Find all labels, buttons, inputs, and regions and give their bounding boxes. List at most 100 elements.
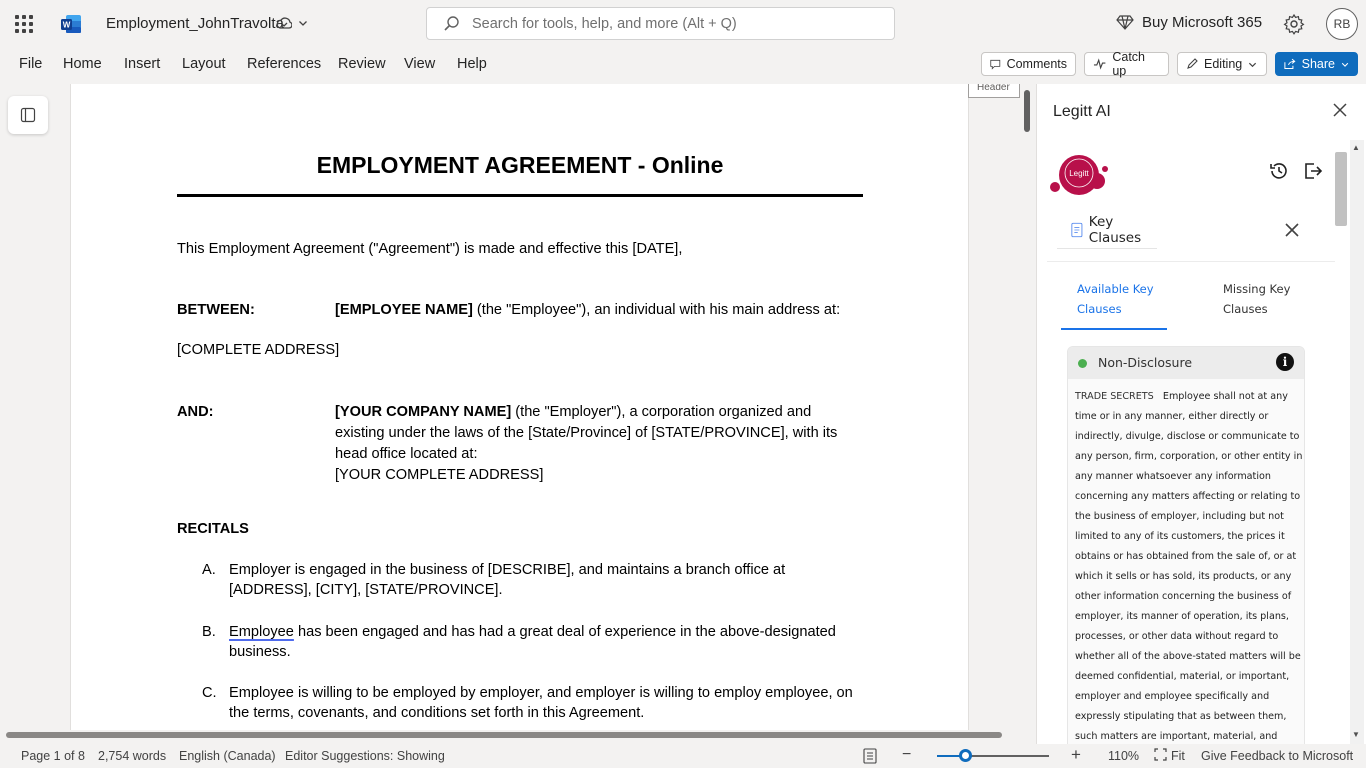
reading-view-icon[interactable] (863, 748, 877, 767)
catch-up-label: Catch up (1112, 50, 1145, 78)
avatar[interactable]: RB (1326, 8, 1358, 40)
document-canvas: EMPLOYMENT AGREEMENT - Online This Emplo… (0, 84, 1036, 730)
clause-body: Employee shall not at any time or in any… (1075, 391, 1303, 762)
recitals-heading: RECITALS (177, 521, 249, 537)
catch-up-button[interactable]: Catch up (1084, 50, 1169, 78)
document-vertical-scrollbar[interactable] (1024, 90, 1030, 132)
chevron-down-icon (1341, 62, 1349, 67)
tab-available-line-1: Available Key (1077, 282, 1154, 296)
share-icon (1284, 58, 1296, 69)
recital-c-line-2: the terms, covenants, and conditions set… (229, 705, 645, 721)
editor-suggestions[interactable]: Editor Suggestions: Showing (285, 749, 445, 763)
recital-b-text: has been engaged and has had a great dea… (293, 624, 836, 640)
app-launcher-icon[interactable] (14, 14, 34, 34)
zoom-out-icon[interactable]: − (902, 746, 911, 764)
gear-icon[interactable] (1283, 13, 1305, 35)
editing-mode-button[interactable]: Editing (1177, 52, 1267, 76)
recital-c-line-1: Employee is willing to be employed by em… (229, 685, 853, 701)
addin-content: Legitt Key Clauses Available Key Clauses… (1047, 139, 1335, 766)
key-clauses-header[interactable]: Key Clauses (1057, 211, 1157, 249)
recital-b-line-2: business. (229, 644, 291, 660)
navigation-pane-button[interactable] (8, 96, 48, 134)
clause-section-label: TRADE SECRETS (1075, 391, 1154, 402)
company-line-3: head office located at: (335, 446, 478, 462)
title-bar: W Employment_JohnTravolta Search for too… (0, 0, 1366, 48)
tab-insert[interactable]: Insert (124, 56, 160, 72)
clause-card-header[interactable]: Non-Disclosure i (1068, 347, 1304, 379)
history-icon[interactable] (1269, 161, 1289, 181)
scroll-down-arrow-icon[interactable]: ▼ (1352, 730, 1360, 739)
tab-references[interactable]: References (247, 56, 321, 72)
between-label: BETWEEN: (177, 302, 255, 318)
zoom-slider-thumb[interactable] (958, 749, 972, 762)
active-tab-indicator (1061, 328, 1167, 330)
company-description: (the "Employer"), a corporation organize… (511, 404, 812, 420)
comments-button[interactable]: Comments (981, 52, 1076, 76)
autosave-icon[interactable] (276, 17, 293, 34)
zoom-level[interactable]: 110% (1108, 749, 1139, 763)
word-count[interactable]: 2,754 words (98, 749, 166, 763)
tab-home[interactable]: Home (63, 56, 102, 72)
company-name: [YOUR COMPANY NAME] (335, 404, 512, 420)
tab-missing-key-clauses[interactable]: Missing Key Clauses (1223, 279, 1290, 319)
employee-line: [EMPLOYEE NAME] (the "Employee"), an ind… (335, 300, 840, 321)
language[interactable]: English (Canada) (179, 749, 276, 763)
clause-card[interactable]: Non-Disclosure i TRADE SECRETS Employee … (1067, 346, 1305, 766)
fit-label[interactable]: Fit (1171, 749, 1185, 763)
logout-icon[interactable] (1303, 161, 1323, 181)
company-line-2: existing under the laws of the [State/Pr… (335, 425, 838, 441)
tab-available-line-2: Clauses (1077, 302, 1122, 316)
recital-marker: A. (202, 562, 216, 578)
feedback-link[interactable]: Give Feedback to Microsoft (1201, 749, 1353, 763)
key-clauses-label: Key Clauses (1088, 213, 1142, 246)
svg-text:W: W (63, 21, 71, 30)
company-line-4: [YOUR COMPLETE ADDRESS] (335, 467, 544, 483)
close-icon[interactable] (1283, 221, 1301, 239)
tab-file[interactable]: File (19, 56, 42, 72)
page-count[interactable]: Page 1 of 8 (21, 749, 85, 763)
document-icon (1071, 222, 1083, 237)
recital-marker: C. (202, 685, 217, 701)
search-placeholder[interactable]: Search for tools, help, and more (Alt + … (472, 16, 737, 32)
document-page[interactable]: EMPLOYMENT AGREEMENT - Online This Emplo… (70, 84, 969, 730)
comment-icon (990, 59, 1001, 70)
zoom-in-icon[interactable]: + (1071, 745, 1081, 765)
recital-b-line-1: Employee has been engaged and has had a … (229, 622, 836, 643)
editing-label: Editing (1204, 57, 1243, 71)
and-label: AND: (177, 404, 214, 420)
chevron-down-icon[interactable] (298, 17, 308, 31)
tab-view[interactable]: View (404, 56, 435, 72)
search-icon (444, 16, 459, 31)
fit-icon[interactable] (1154, 748, 1167, 764)
document-heading: EMPLOYMENT AGREEMENT - Online (316, 152, 724, 178)
share-button[interactable]: Share (1275, 52, 1358, 76)
recital-marker: B. (202, 624, 216, 640)
recital-a-line-1: Employer is engaged in the business of [… (229, 562, 786, 578)
document-horizontal-scrollbar[interactable] (6, 732, 1002, 738)
word-logo-icon[interactable]: W (60, 13, 82, 35)
close-icon[interactable] (1331, 101, 1349, 119)
header-tag[interactable]: Header (968, 84, 1020, 98)
buy-microsoft-365-button[interactable]: Buy Microsoft 365 (1116, 13, 1262, 31)
logo-text: Legitt (1069, 169, 1089, 178)
comments-label: Comments (1006, 57, 1067, 71)
tab-help[interactable]: Help (457, 56, 487, 72)
spelling-flag-word[interactable]: Employee (229, 624, 294, 640)
scroll-up-arrow-icon[interactable]: ▲ (1352, 143, 1360, 152)
employee-name: [EMPLOYEE NAME] (335, 302, 473, 318)
clause-text: TRADE SECRETS Employee shall not at any … (1075, 387, 1303, 765)
company-line-1: [YOUR COMPANY NAME] (the "Employer"), a … (335, 402, 811, 423)
panel-scrollbar-thumb[interactable] (1335, 152, 1347, 226)
tab-missing-line-1: Missing Key (1223, 282, 1291, 296)
search-box[interactable]: Search for tools, help, and more (Alt + … (426, 7, 895, 40)
tab-available-key-clauses[interactable]: Available Key Clauses (1077, 279, 1154, 319)
divider (1047, 261, 1335, 262)
intro-paragraph: This Employment Agreement ("Agreement") … (177, 241, 683, 257)
employee-description: (the "Employee"), an individual with his… (472, 302, 841, 318)
tab-review[interactable]: Review (338, 56, 386, 72)
tab-layout[interactable]: Layout (182, 56, 226, 72)
info-icon[interactable]: i (1276, 353, 1294, 371)
document-title[interactable]: Employment_JohnTravolta (106, 15, 284, 32)
panel-scroll-track (1350, 140, 1364, 744)
panel-title: Legitt AI (1053, 103, 1111, 120)
